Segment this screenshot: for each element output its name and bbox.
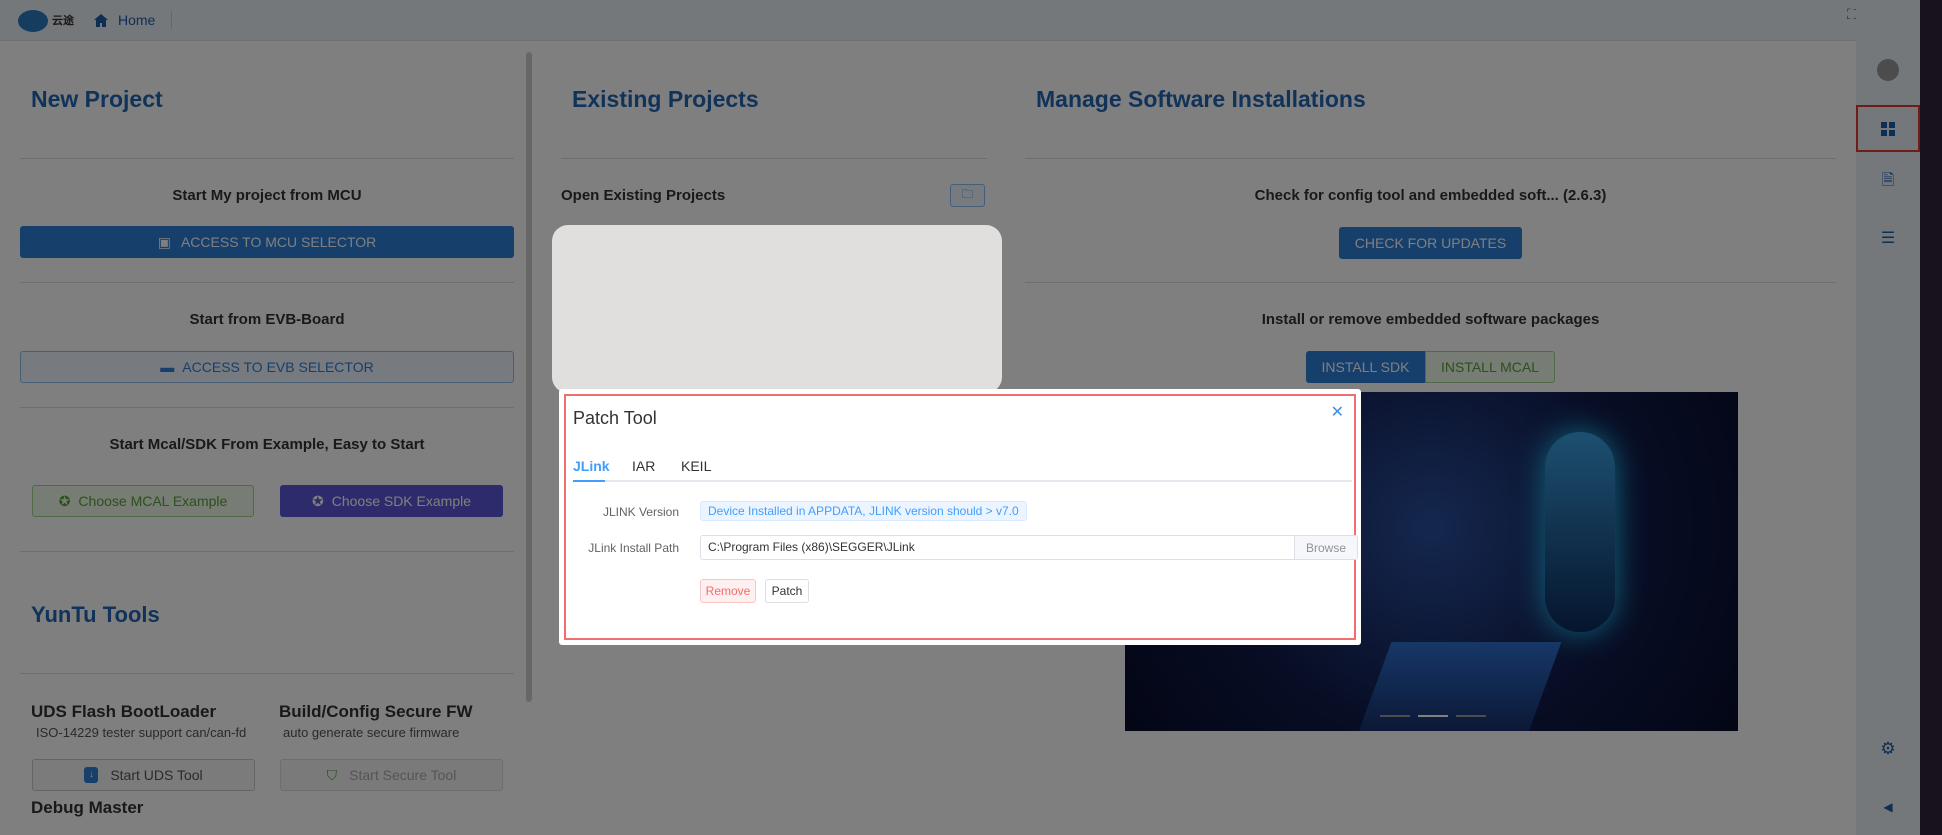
jlink-path-input[interactable]: C:\Program Files (x86)\SEGGER\JLink Brow… bbox=[700, 535, 1358, 560]
window-edge bbox=[1920, 0, 1942, 835]
jlink-path-value[interactable]: C:\Program Files (x86)\SEGGER\JLink bbox=[701, 536, 1294, 559]
browse-button[interactable]: Browse bbox=[1294, 536, 1357, 559]
active-tab-indicator bbox=[573, 480, 605, 482]
close-dialog-icon[interactable]: ✕ bbox=[1331, 402, 1344, 422]
patch-tool-dialog: Patch Tool ✕ JLink IAR KEIL JLINK Versio… bbox=[559, 389, 1361, 645]
jlink-version-tag: Device Installed in APPDATA, JLINK versi… bbox=[700, 501, 1027, 521]
remove-button[interactable]: Remove bbox=[700, 579, 756, 603]
dialog-title: Patch Tool bbox=[573, 408, 657, 428]
dialog-tabs: JLink IAR KEIL bbox=[573, 450, 1352, 482]
tab-jlink[interactable]: JLink bbox=[573, 458, 610, 474]
tab-iar[interactable]: IAR bbox=[632, 458, 655, 474]
jlink-version-label: JLINK Version bbox=[602, 505, 679, 519]
patch-button[interactable]: Patch bbox=[765, 579, 809, 603]
redacted-project-list bbox=[552, 225, 1002, 393]
tab-keil[interactable]: KEIL bbox=[681, 458, 711, 474]
jlink-path-label: JLink Install Path bbox=[588, 541, 679, 555]
